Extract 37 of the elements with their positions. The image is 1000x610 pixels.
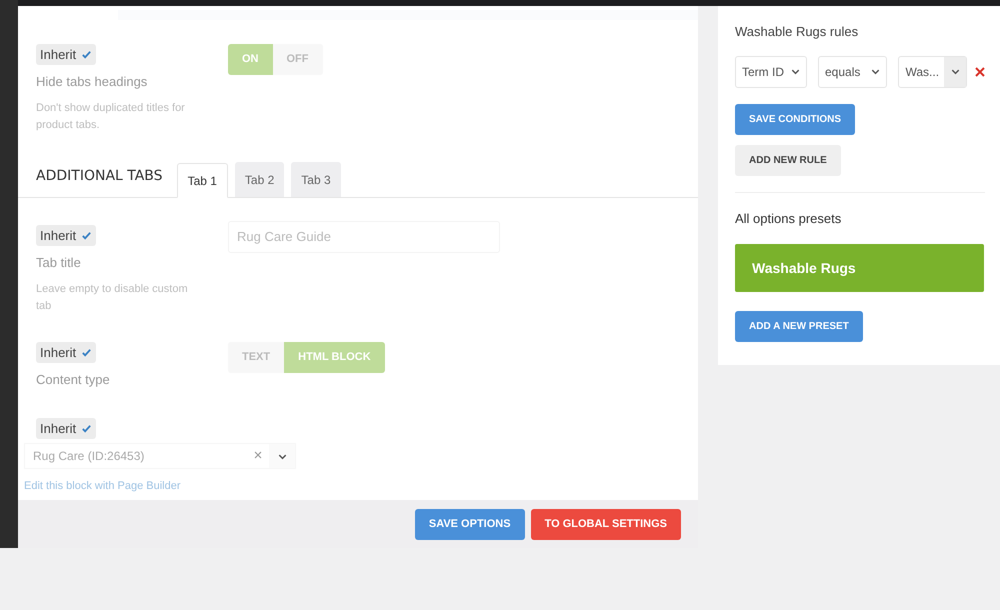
inherit-checkbox[interactable]: Inherit — [36, 418, 96, 439]
text-input-field[interactable]: Rug Care Guide — [228, 220, 500, 252]
preset-item[interactable]: Washable Rugs — [735, 244, 984, 292]
setting-label: Tab title — [36, 254, 81, 272]
setting-label: Hide tabs headings — [36, 73, 148, 91]
chevron-down-icon — [944, 56, 966, 86]
select-field[interactable]: equals — [818, 56, 888, 88]
delete-icon[interactable] — [975, 66, 985, 76]
setting-description: Leave empty to disable custom tab — [36, 282, 189, 314]
panel-title: All options presets — [735, 210, 842, 228]
select-field[interactable]: Was... — [898, 56, 967, 88]
tab[interactable]: Tab 1 — [176, 163, 228, 198]
add-rule-button[interactable]: ADD NEW RULE — [735, 144, 841, 176]
select-value: Term ID — [741, 64, 784, 80]
footer-button[interactable]: SAVE OPTIONS — [414, 508, 525, 540]
tab[interactable]: Tab 2 — [234, 162, 284, 197]
inherit-checkbox[interactable]: Inherit — [36, 225, 96, 246]
setting-description: Don't show duplicated titles for product tabs. — [36, 100, 186, 132]
select-field[interactable]: Term ID — [735, 56, 807, 88]
footer-button[interactable]: TO GLOBAL SETTINGS — [530, 508, 681, 540]
select-value: equals — [824, 64, 862, 80]
select-value: Was... — [904, 64, 940, 80]
select-field[interactable]: Rug Care (ID:26453) × — [24, 443, 296, 469]
check-icon — [81, 347, 92, 358]
inherit-checkbox[interactable]: Inherit — [36, 342, 96, 363]
section-heading: ADDITIONAL TABS — [36, 167, 163, 186]
check-icon — [81, 423, 92, 434]
tab[interactable]: Tab 3 — [291, 162, 341, 197]
inherit-checkbox[interactable]: Inherit — [36, 44, 96, 65]
save-conditions-button[interactable]: SAVE CONDITIONS — [735, 104, 856, 134]
check-icon — [81, 49, 92, 60]
add-preset-button[interactable]: ADD A NEW PRESET — [735, 311, 863, 342]
clear-icon[interactable]: × — [247, 444, 269, 468]
select-value: Rug Care (ID:26453) — [32, 448, 146, 465]
panel-title: Washable Rugs rules — [735, 23, 860, 41]
setting-label: Content type — [36, 371, 110, 389]
check-icon — [81, 230, 92, 241]
